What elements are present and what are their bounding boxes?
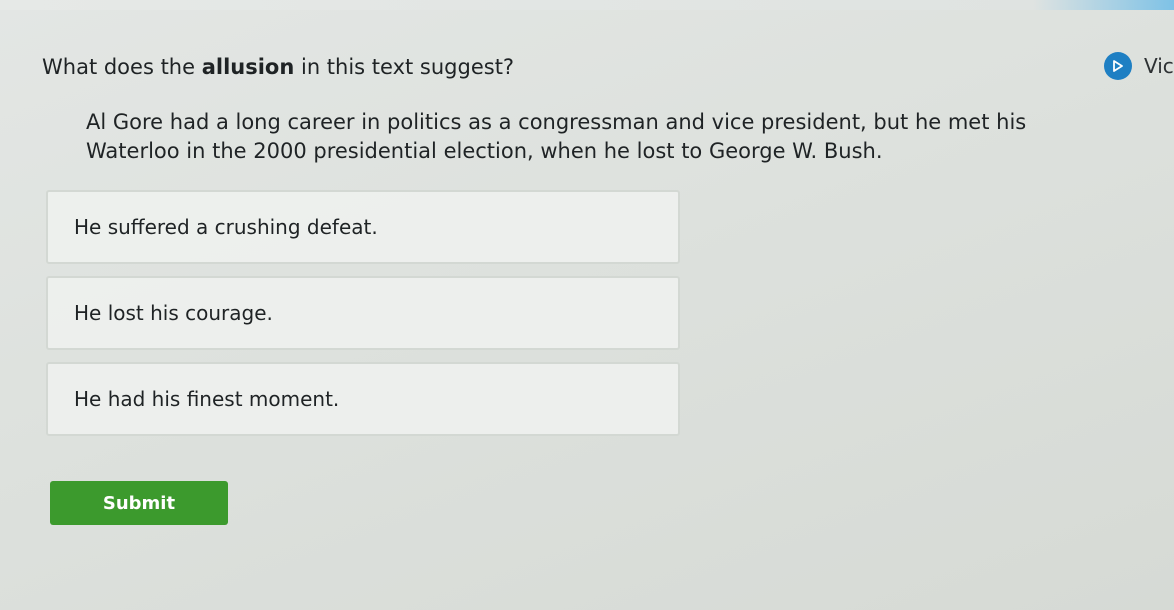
- submit-button[interactable]: Submit: [50, 481, 228, 525]
- choice-option[interactable]: He had his finest moment.: [46, 362, 680, 436]
- choice-option[interactable]: He suffered a crushing defeat.: [46, 190, 680, 264]
- choice-label: He suffered a crushing defeat.: [74, 215, 378, 239]
- choice-label: He lost his courage.: [74, 301, 273, 325]
- video-link[interactable]: Vic: [1104, 52, 1174, 80]
- video-link-label[interactable]: Vic: [1144, 54, 1174, 78]
- choice-option[interactable]: He lost his courage.: [46, 276, 680, 350]
- top-bar: [0, 0, 1174, 10]
- play-icon[interactable]: [1104, 52, 1132, 80]
- passage-text: Al Gore had a long career in politics as…: [86, 110, 1027, 163]
- question-prefix: What does the: [42, 55, 202, 79]
- question-emphasis: allusion: [201, 55, 295, 79]
- choice-label: He had his finest moment.: [74, 387, 340, 411]
- question-suffix: in this text suggest?: [294, 55, 515, 79]
- answer-choices: He suffered a crushing defeat. He lost h…: [46, 190, 680, 448]
- question-prompt: What does the allusion in this text sugg…: [42, 52, 514, 82]
